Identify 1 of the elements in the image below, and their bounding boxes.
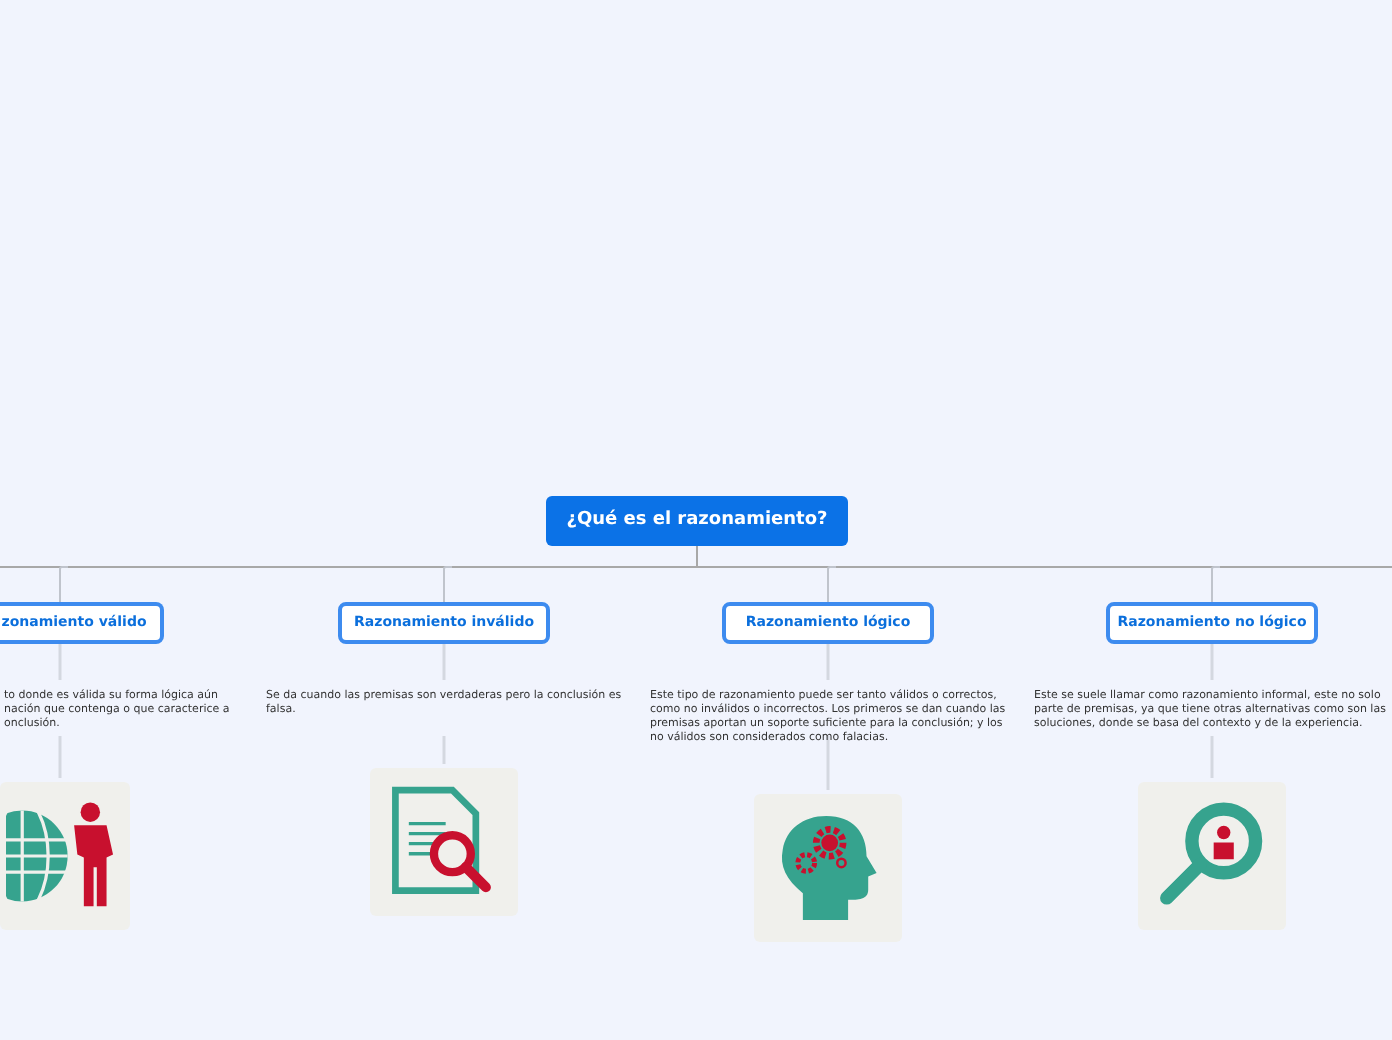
root-topic[interactable]: ¿Qué es el razonamiento? xyxy=(546,496,848,546)
